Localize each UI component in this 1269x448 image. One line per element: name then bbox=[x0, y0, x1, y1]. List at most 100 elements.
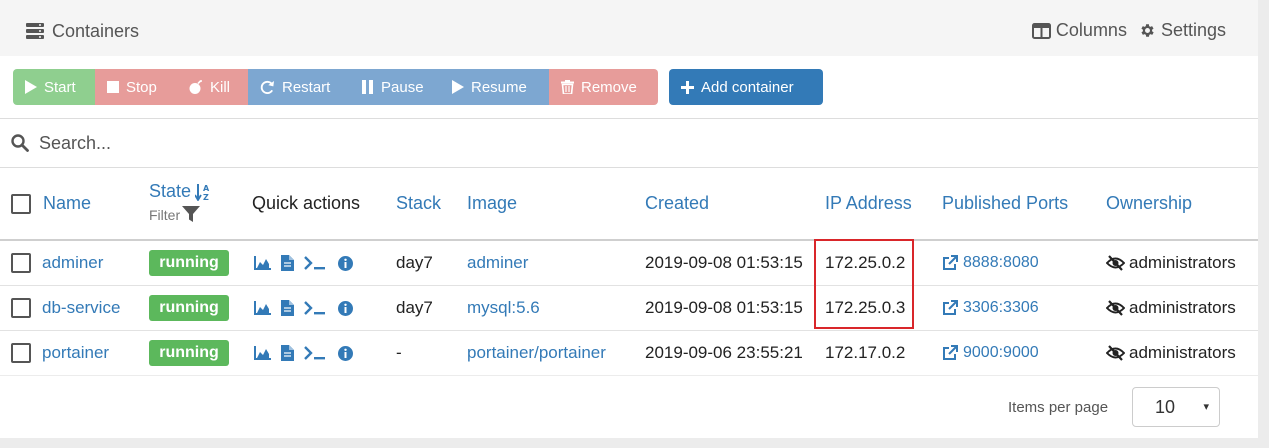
published-port-link[interactable]: 8888:8080 bbox=[942, 254, 1039, 272]
columns-icon bbox=[1031, 22, 1051, 39]
column-header-published-ports[interactable]: Published Ports bbox=[942, 193, 1068, 214]
column-header-created[interactable]: Created bbox=[645, 193, 709, 214]
published-port-link[interactable]: 9000:9000 bbox=[942, 344, 1039, 362]
area-chart-icon[interactable] bbox=[254, 256, 271, 270]
terminal-icon[interactable] bbox=[304, 301, 326, 315]
container-actions-toolbar: Start Stop Kill Restart Pause Resume Rem… bbox=[13, 69, 658, 105]
state-filter-label: Filter bbox=[149, 206, 181, 223]
status-badge: running bbox=[149, 250, 229, 276]
add-container-label: Add container bbox=[701, 78, 794, 96]
file-icon[interactable] bbox=[281, 345, 294, 361]
svg-text:A: A bbox=[203, 184, 210, 193]
terminal-icon[interactable] bbox=[304, 346, 326, 360]
bomb-icon bbox=[189, 80, 202, 94]
row-checkbox[interactable] bbox=[11, 253, 31, 273]
resume-label: Resume bbox=[471, 78, 527, 96]
ip-highlight-box bbox=[814, 239, 914, 329]
gear-icon bbox=[1141, 24, 1154, 37]
divider bbox=[0, 118, 1258, 119]
ownership-text: administrators bbox=[1129, 343, 1236, 362]
image-link[interactable]: adminer bbox=[467, 253, 528, 273]
created-date: 2019-09-06 23:55:21 bbox=[645, 343, 803, 362]
columns-label: Columns bbox=[1055, 20, 1127, 40]
status-badge: running bbox=[149, 340, 229, 366]
terminal-icon[interactable] bbox=[304, 256, 326, 270]
eye-slash-icon bbox=[1106, 345, 1125, 361]
resume-button[interactable]: Resume bbox=[440, 69, 549, 105]
stack-name: - bbox=[396, 343, 402, 362]
remove-label: Remove bbox=[581, 78, 637, 96]
chevron-down-icon: ▾ bbox=[1203, 401, 1209, 413]
area-chart-icon[interactable] bbox=[254, 301, 271, 315]
info-icon[interactable] bbox=[338, 255, 353, 271]
info-icon[interactable] bbox=[338, 345, 353, 361]
column-header-name[interactable]: Name bbox=[43, 193, 91, 214]
file-icon[interactable] bbox=[281, 255, 294, 271]
start-label: Start bbox=[44, 78, 76, 96]
column-header-state[interactable]: State A Z bbox=[149, 181, 211, 202]
quick-actions bbox=[254, 343, 353, 363]
status-badge: running bbox=[149, 295, 229, 321]
items-per-page-label: Items per page bbox=[1008, 399, 1109, 416]
created-date: 2019-09-08 01:53:15 bbox=[645, 298, 803, 317]
containers-panel: Containers Columns Settings Start Stop K… bbox=[0, 0, 1258, 438]
stop-button[interactable]: Stop bbox=[95, 69, 177, 105]
pause-label: Pause bbox=[381, 78, 424, 96]
add-container-button[interactable]: Add container bbox=[669, 69, 823, 105]
column-header-ownership[interactable]: Ownership bbox=[1106, 193, 1192, 214]
header-actions: Columns Settings bbox=[1031, 20, 1226, 41]
select-all-checkbox[interactable] bbox=[11, 194, 31, 214]
external-link-icon bbox=[943, 255, 958, 270]
sort-alpha-icon: A Z bbox=[195, 183, 210, 201]
items-per-page-select[interactable]: 10 ▾ bbox=[1132, 387, 1220, 427]
start-button[interactable]: Start bbox=[13, 69, 95, 105]
columns-button[interactable]: Columns bbox=[1031, 20, 1127, 41]
column-header-quick-actions: Quick actions bbox=[252, 193, 361, 213]
column-header-state-label: State bbox=[149, 181, 192, 201]
settings-button[interactable]: Settings bbox=[1139, 20, 1226, 41]
restart-button[interactable]: Restart bbox=[248, 69, 350, 105]
ownership-text: administrators bbox=[1129, 253, 1236, 272]
ip-address: 172.17.0.2 bbox=[825, 343, 906, 362]
file-icon[interactable] bbox=[281, 300, 294, 316]
play-icon bbox=[25, 80, 37, 94]
ownership: administrators bbox=[1106, 253, 1236, 273]
page-title-text: Containers bbox=[52, 20, 140, 41]
stop-label: Stop bbox=[126, 78, 157, 96]
published-port-link[interactable]: 3306:3306 bbox=[942, 299, 1039, 317]
remove-button[interactable]: Remove bbox=[549, 69, 658, 105]
search-input[interactable] bbox=[39, 132, 639, 154]
panel-header: Containers Columns Settings bbox=[0, 0, 1258, 56]
page-title: Containers bbox=[26, 20, 139, 42]
column-header-stack[interactable]: Stack bbox=[396, 193, 441, 214]
ownership-text: administrators bbox=[1129, 298, 1236, 317]
search-bar bbox=[11, 130, 639, 156]
image-link[interactable]: mysql:5.6 bbox=[467, 298, 540, 318]
container-name-link[interactable]: portainer bbox=[42, 343, 109, 363]
plus-icon bbox=[681, 80, 694, 94]
row-checkbox[interactable] bbox=[11, 343, 31, 363]
row-checkbox[interactable] bbox=[11, 298, 31, 318]
refresh-icon bbox=[260, 80, 275, 94]
published-port-text: 9000:9000 bbox=[963, 344, 1039, 361]
kill-button[interactable]: Kill bbox=[177, 69, 248, 105]
state-filter[interactable]: Filter bbox=[149, 206, 201, 223]
container-name-link[interactable]: db-service bbox=[42, 298, 120, 318]
published-port-text: 3306:3306 bbox=[963, 299, 1039, 316]
divider bbox=[0, 167, 1258, 168]
stack-name: day7 bbox=[396, 253, 433, 272]
image-link[interactable]: portainer/portainer bbox=[467, 343, 606, 363]
container-name-link[interactable]: adminer bbox=[42, 253, 103, 273]
ownership: administrators bbox=[1106, 343, 1236, 363]
stack-name: day7 bbox=[396, 298, 433, 317]
filter-icon bbox=[182, 206, 201, 222]
area-chart-icon[interactable] bbox=[254, 346, 271, 360]
external-link-icon bbox=[943, 300, 958, 315]
pause-button[interactable]: Pause bbox=[350, 69, 440, 105]
external-link-icon bbox=[943, 345, 958, 360]
server-icon bbox=[26, 23, 44, 39]
column-header-ip-address[interactable]: IP Address bbox=[825, 193, 912, 214]
settings-label: Settings bbox=[1160, 20, 1226, 40]
column-header-image[interactable]: Image bbox=[467, 193, 517, 214]
info-icon[interactable] bbox=[338, 300, 353, 316]
